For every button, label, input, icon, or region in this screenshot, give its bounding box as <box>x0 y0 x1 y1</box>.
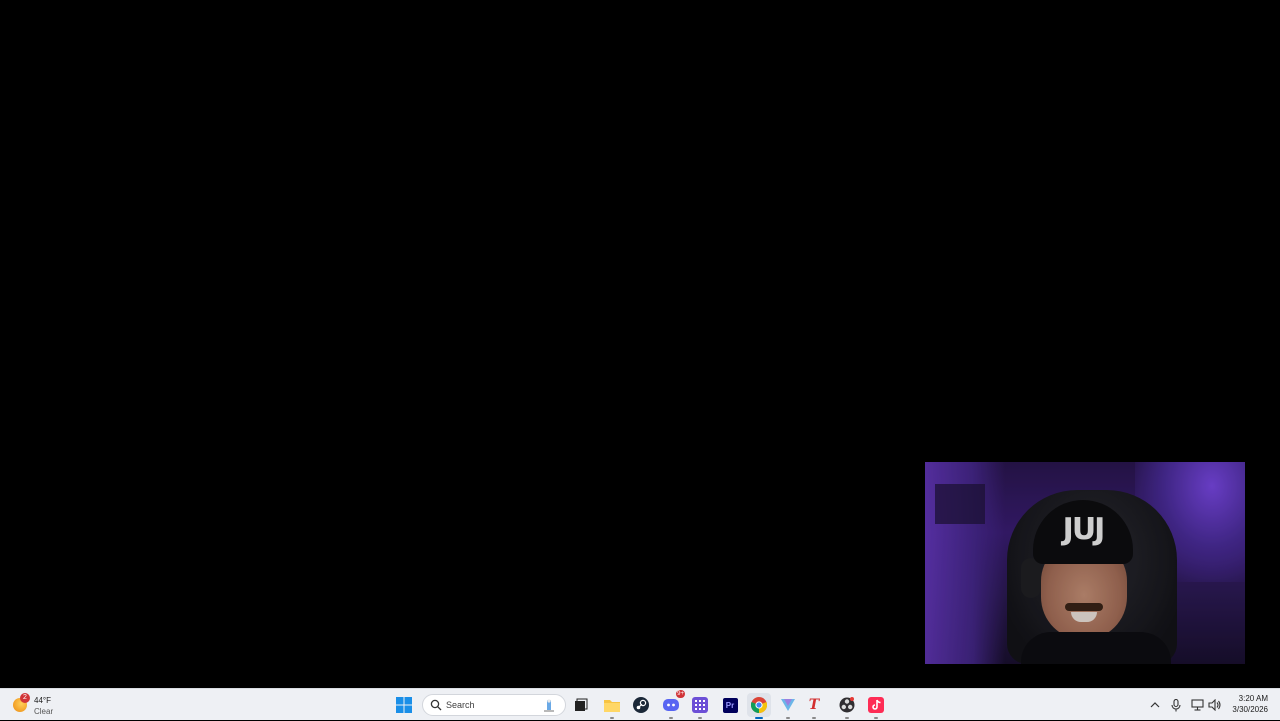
clock[interactable]: 3:20 AM 3/30/2026 <box>1232 693 1268 715</box>
discord-button[interactable]: 9+ <box>659 690 685 719</box>
search-highlight-icon <box>544 699 554 712</box>
windows-logo-icon <box>396 697 412 713</box>
task-view-icon <box>575 698 588 711</box>
steam-icon <box>633 697 649 713</box>
grid-app-button[interactable] <box>688 693 712 719</box>
volume-icon[interactable] <box>1207 698 1221 712</box>
system-tray: 3:20 AM 3/30/2026 <box>1140 689 1280 721</box>
folder-icon <box>604 700 620 712</box>
search-input[interactable]: Search <box>422 694 566 716</box>
premiere-icon: Pr <box>722 697 738 713</box>
tiktok-icon <box>868 697 884 713</box>
taskbar: 2 44°F Clear Search 9+ Pr T 3:20 AM 3/30… <box>0 688 1280 720</box>
weather-widget[interactable]: 2 44°F Clear <box>8 691 68 719</box>
search-placeholder: Search <box>446 700 475 710</box>
webcam-shade <box>925 462 1245 664</box>
v-app-icon <box>781 699 795 711</box>
tiktok-button[interactable] <box>864 693 888 719</box>
webcam-overlay: JUJ <box>925 462 1245 664</box>
weather-badge: 2 <box>20 693 30 703</box>
task-view-button[interactable] <box>569 693 593 717</box>
search-icon <box>430 699 442 711</box>
file-explorer-button[interactable] <box>600 693 624 719</box>
chrome-icon <box>751 697 767 713</box>
show-hidden-icons-chevron-up-icon[interactable] <box>1148 698 1162 712</box>
discord-notification-badge: 9+ <box>676 690 685 698</box>
steam-button[interactable] <box>629 693 653 717</box>
clock-date: 3/30/2026 <box>1232 705 1268 714</box>
start-button[interactable] <box>392 693 416 717</box>
grid-app-icon <box>692 697 708 713</box>
obs-icon <box>839 697 855 713</box>
premiere-pro-button[interactable]: Pr <box>718 693 742 717</box>
obs-button[interactable] <box>835 693 859 719</box>
microphone-icon[interactable] <box>1169 698 1183 712</box>
v-app-button[interactable] <box>776 693 800 719</box>
t-app-button[interactable]: T <box>802 693 826 719</box>
weather-temperature: 44°F <box>34 696 51 705</box>
weather-condition: Clear <box>34 707 54 716</box>
clock-time: 3:20 AM <box>1238 694 1268 703</box>
t-app-icon: T <box>808 697 820 713</box>
discord-icon <box>663 699 679 711</box>
network-icon[interactable] <box>1190 698 1204 712</box>
chrome-button[interactable] <box>747 693 771 719</box>
